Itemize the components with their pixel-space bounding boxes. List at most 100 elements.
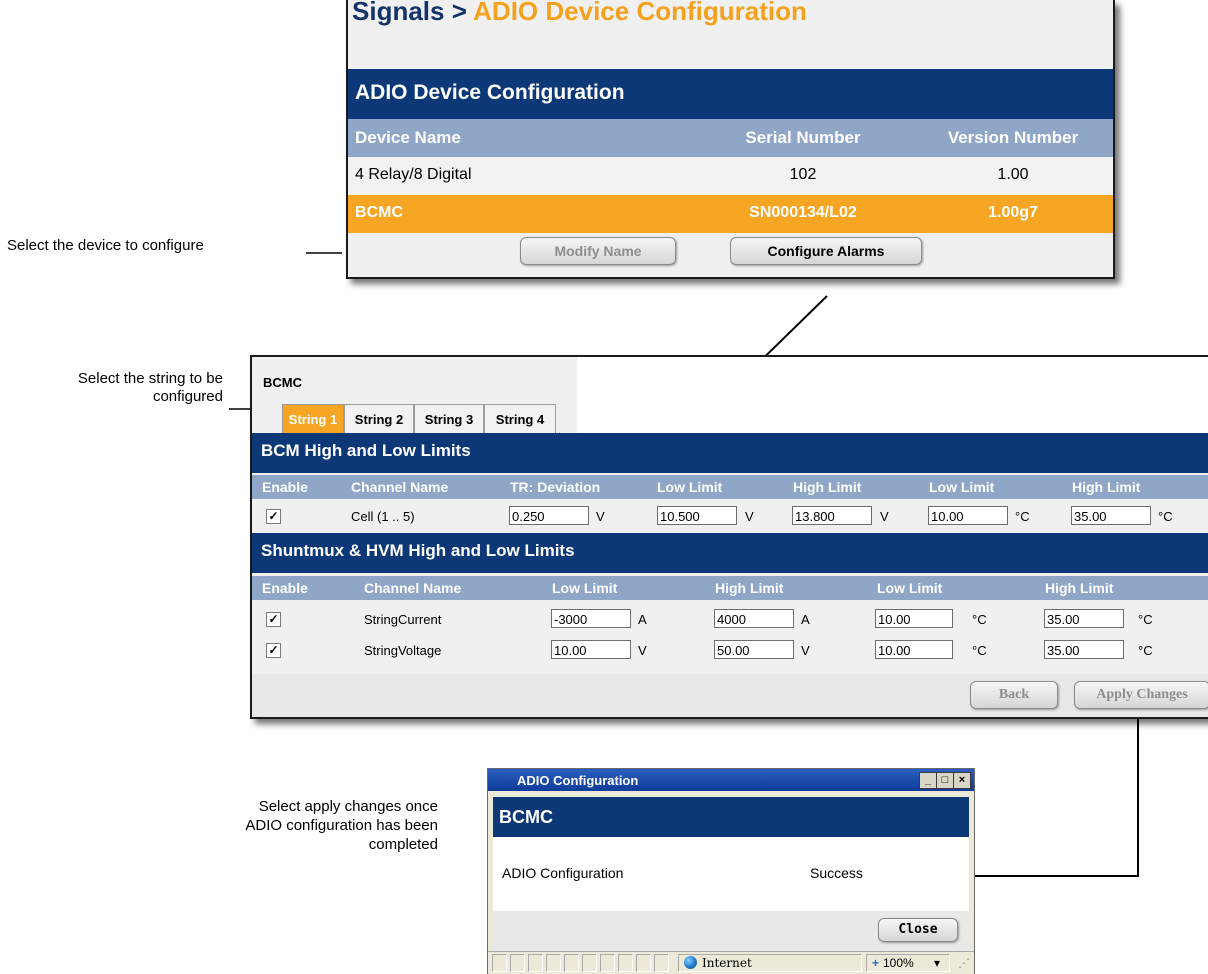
high-limit-input[interactable]: 50.00 [714,640,794,659]
column-high-limit: High Limit [793,479,862,495]
high-temp-input[interactable]: 35.00 [1044,609,1124,628]
table-row: ✓ StringCurrent -3000 A 4000 A 10.00 °C … [252,607,1208,633]
tab-string-2[interactable]: String 2 [344,404,414,434]
unit-label: V [880,509,889,524]
column-tr-deviation: TR: Deviation [510,479,601,495]
status-cell [528,954,543,972]
close-button[interactable]: Close [878,918,958,942]
low-limit-input[interactable]: 10.00 [551,640,631,659]
column-low-limit: Low Limit [657,479,723,495]
status-cell [654,954,669,972]
window-title: ADIO Configuration [517,773,639,788]
high-limit-input[interactable]: 13.800 [792,506,872,525]
high-limit-input[interactable]: 4000 [714,609,794,628]
column-low-limit: Low Limit [552,580,618,596]
column-serial-number: Serial Number [745,128,861,147]
zoom-level[interactable]: 100% [883,956,914,970]
unit-label: °C [1138,612,1153,627]
maximize-icon[interactable]: □ [936,772,954,789]
unit-label: °C [1015,509,1030,524]
channel-name: StringVoltage [364,643,442,658]
zone-label: Internet [702,956,752,970]
unit-label: A [801,612,810,627]
device-version: 1.00 [997,166,1029,183]
result-label: ADIO Configuration [502,865,624,881]
table-row: ✓ StringVoltage 10.00 V 50.00 V 10.00 °C… [252,638,1208,664]
column-low-limit-temp: Low Limit [877,580,943,596]
unit-label: °C [972,643,987,658]
deviation-input[interactable]: 0.250 [509,506,589,525]
enable-checkbox[interactable]: ✓ [266,509,281,524]
zoom-icon: + [872,956,880,970]
unit-label: °C [972,612,987,627]
apply-changes-button[interactable]: Apply Changes [1074,681,1208,709]
low-temp-input[interactable]: 10.00 [875,640,953,659]
page-title: Signals > ADIO Device Configuration [352,0,807,27]
unit-label: °C [1138,643,1153,658]
column-device-name: Device Name [355,128,461,147]
column-channel-name: Channel Name [364,580,462,596]
dialog-footer: Close [493,911,969,951]
shunt-table-header: Enable Channel Name Low Limit High Limit… [252,576,1208,600]
low-temp-input[interactable]: 10.00 [875,609,953,628]
low-temp-input[interactable]: 10.00 [928,506,1008,525]
bcm-section-title: BCM High and Low Limits [261,441,471,460]
status-cell [600,954,615,972]
high-temp-input[interactable]: 35.00 [1071,506,1151,525]
tab-string-3[interactable]: String 3 [414,404,484,434]
result-value: Success [810,865,863,881]
status-cell [546,954,561,972]
table-header: Device Name Serial Number Version Number [348,119,1113,157]
window-titlebar[interactable]: ADIO Configuration _ □ × [488,769,974,791]
close-icon[interactable]: × [953,772,971,789]
unit-label: A [638,612,647,627]
device-label: BCMC [263,375,302,390]
low-limit-input[interactable]: 10.500 [657,506,737,525]
dialog-body: ADIO Configuration Success [493,837,969,911]
string-config-panel: BCMC String 1 String 2 String 3 String 4… [250,355,1208,719]
status-cell [564,954,579,972]
device-row-selected[interactable]: BCMC SN000134/L02 1.00g7 [348,195,1113,233]
shunt-section-title: Shuntmux & HVM High and Low Limits [261,541,575,560]
column-channel-name: Channel Name [351,479,449,495]
device-list-panel: Signals > ADIO Device Configuration ADIO… [346,0,1115,279]
enable-checkbox[interactable]: ✓ [266,643,281,658]
tab-string-1[interactable]: String 1 [282,404,344,434]
minimize-icon[interactable]: _ [919,772,937,789]
device-row[interactable]: 4 Relay/8 Digital 102 1.00 [348,157,1113,195]
adio-configuration-window: ADIO Configuration _ □ × BCMC ADIO Confi… [487,768,975,974]
tab-string-4[interactable]: String 4 [484,404,556,434]
status-cell [492,954,507,972]
channel-name: StringCurrent [364,612,442,627]
status-cell [618,954,633,972]
high-temp-input[interactable]: 35.00 [1044,640,1124,659]
low-limit-input[interactable]: -3000 [551,609,631,628]
back-button[interactable]: Back [970,681,1058,709]
unit-label: V [745,509,754,524]
panel-top-background [577,357,1208,433]
modify-name-button[interactable]: Modify Name [520,237,676,265]
column-version-number: Version Number [947,128,1079,147]
configure-alarms-button[interactable]: Configure Alarms [730,237,922,265]
zoom-dropdown-icon[interactable]: ▾ [934,956,940,970]
section-title: ADIO Device Configuration [355,81,625,104]
status-bar: Internet + 100% ▾ ⋰ [488,951,974,974]
bcm-section-header: BCM High and Low Limits [252,433,1208,473]
device-name: BCMC [355,204,403,221]
device-version: 1.00g7 [988,204,1038,221]
breadcrumb-current: ADIO Device Configuration [473,0,807,26]
status-cell [636,954,651,972]
breadcrumb-parent[interactable]: Signals > [352,0,467,26]
enable-checkbox[interactable]: ✓ [266,612,281,627]
panel-footer [252,674,1208,717]
column-enable: Enable [262,479,308,495]
unit-label: V [638,643,647,658]
shunt-section-header: Shuntmux & HVM High and Low Limits [252,533,1208,573]
channel-name: Cell (1 .. 5) [351,509,415,524]
device-serial: SN000134/L02 [749,204,857,221]
status-cell [582,954,597,972]
unit-label: °C [1158,509,1173,524]
device-name: 4 Relay/8 Digital [355,166,472,183]
column-low-limit-temp: Low Limit [929,479,995,495]
device-serial: 102 [789,166,817,183]
